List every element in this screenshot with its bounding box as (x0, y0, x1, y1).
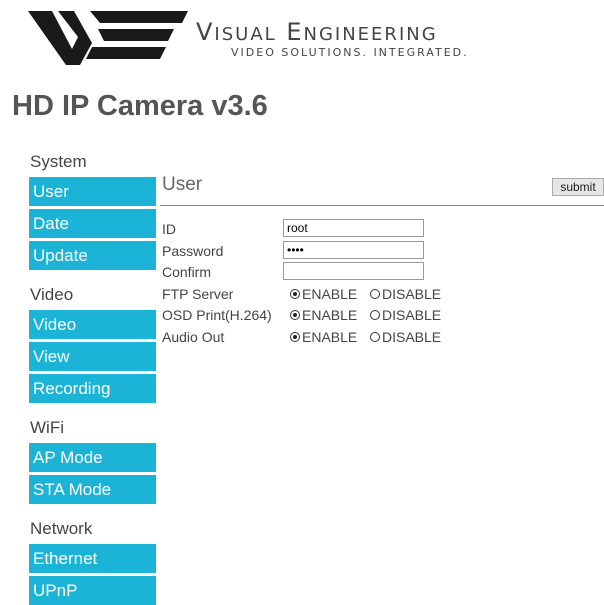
submit-button[interactable]: submit (552, 178, 604, 196)
radio-selected-icon (290, 288, 300, 299)
osd-enable-radio[interactable]: ENABLE (290, 307, 357, 323)
section-title: User (162, 174, 203, 195)
ve-logo (28, 11, 188, 65)
sidebar-heading-video: Video (30, 285, 74, 304)
confirm-label: Confirm (162, 264, 212, 280)
password-label: Password (162, 242, 224, 259)
osd-print-label: OSD Print(H.264) (162, 307, 272, 323)
sidebar: System User Date Update Video Video View… (0, 150, 160, 605)
header: Visual Engineering VIDEO SOLUTIONS. INTE… (0, 0, 604, 75)
ftp-server-label: FTP Server (162, 285, 234, 302)
section-header: User submit (160, 172, 604, 206)
radio-selected-icon (290, 331, 300, 342)
radio-unselected-icon (370, 310, 380, 320)
audio-out-label: Audio Out (162, 328, 225, 345)
sidebar-group-wifi: WiFi AP Mode STA Mode (0, 416, 160, 504)
sidebar-heading-system: System (30, 152, 87, 171)
sidebar-item-update[interactable]: Update (29, 241, 156, 270)
sidebar-item-video[interactable]: Video (29, 310, 156, 339)
password-input[interactable] (283, 240, 424, 259)
osd-disable-radio[interactable]: DISABLE (370, 307, 441, 323)
radio-unselected-icon (370, 288, 380, 299)
sidebar-item-user[interactable]: User (29, 177, 156, 206)
sidebar-item-recording[interactable]: Recording (29, 374, 156, 403)
brand-name: Visual Engineering (196, 18, 438, 46)
sidebar-item-date[interactable]: Date (29, 209, 156, 238)
radio-unselected-icon (370, 331, 380, 342)
audio-disable-radio[interactable]: DISABLE (370, 329, 441, 345)
form-row-osd: OSD Print(H.264) ENABLE DISABLE (162, 305, 602, 327)
sidebar-item-view[interactable]: View (29, 342, 156, 371)
ftp-disable-radio[interactable]: DISABLE (370, 286, 441, 302)
sidebar-group-video: Video Video View Recording (0, 283, 160, 403)
sidebar-item-upnp[interactable]: UPnP (29, 576, 156, 605)
page-title: HD IP Camera v3.6 (12, 90, 268, 122)
form-row-id: ID (162, 219, 602, 241)
confirm-input[interactable] (283, 262, 424, 280)
sidebar-group-network: Network Ethernet UPnP (0, 517, 160, 605)
radio-selected-icon (290, 310, 300, 320)
form-row-ftp: FTP Server ENABLE DISABLE (162, 284, 602, 306)
id-input[interactable] (283, 219, 424, 237)
sidebar-item-ethernet[interactable]: Ethernet (29, 544, 156, 573)
form-row-password: Password (162, 240, 602, 263)
brand-tagline: VIDEO SOLUTIONS. INTEGRATED. (231, 46, 469, 59)
main-content: User submit ID Password Confirm FTP Serv… (160, 172, 604, 345)
sidebar-item-ap-mode[interactable]: AP Mode (29, 443, 156, 472)
sidebar-group-system: System User Date Update (0, 150, 160, 270)
sidebar-item-sta-mode[interactable]: STA Mode (29, 475, 156, 504)
ftp-enable-radio[interactable]: ENABLE (290, 286, 357, 302)
sidebar-heading-network: Network (30, 519, 93, 538)
audio-enable-radio[interactable]: ENABLE (290, 329, 357, 345)
sidebar-heading-wifi: WiFi (30, 418, 64, 437)
user-form: ID Password Confirm FTP Server ENABLE DI… (162, 219, 602, 348)
form-row-audio: Audio Out ENABLE DISABLE (162, 327, 602, 349)
id-label: ID (162, 221, 176, 237)
form-row-confirm: Confirm (162, 262, 602, 284)
